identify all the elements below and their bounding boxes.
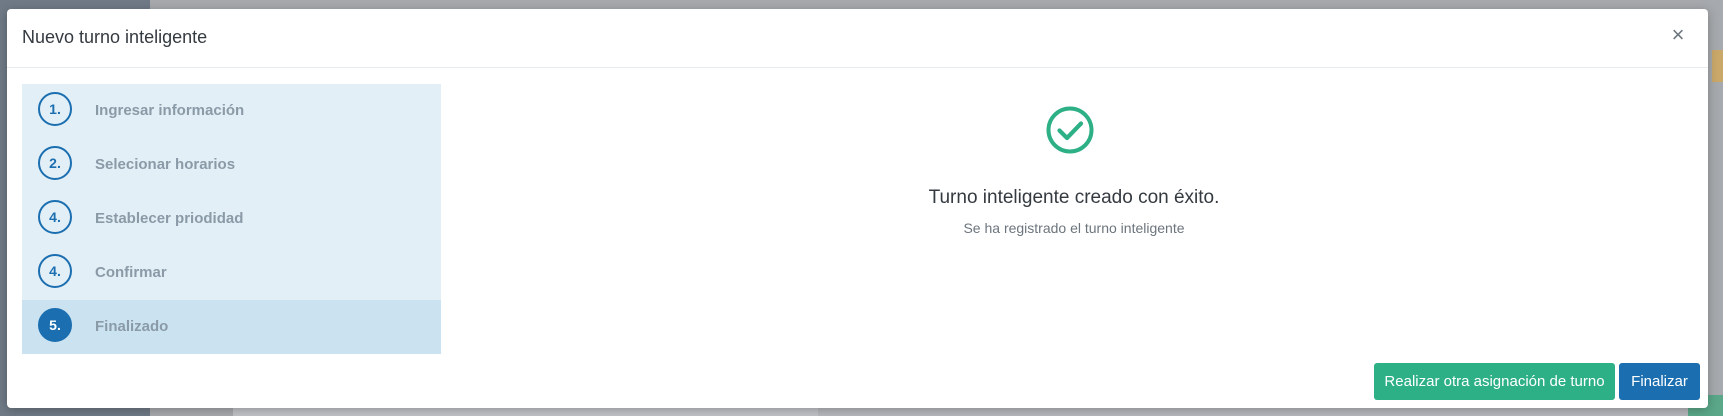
step-1[interactable]: 1. Ingresar información <box>22 84 441 138</box>
step-5[interactable]: 5. Finalizado <box>22 300 441 354</box>
success-subtitle: Se ha registrado el turno inteligente <box>963 220 1185 236</box>
modal-dialog: Nuevo turno inteligente × 1. Ingresar in… <box>7 9 1708 408</box>
modal-title: Nuevo turno inteligente <box>22 27 208 47</box>
step-number: 4. <box>38 254 72 288</box>
step-2[interactable]: 2. Selecionar horarios <box>22 138 441 192</box>
step-number: 1. <box>38 92 72 126</box>
step-label: Finalizado <box>95 318 169 335</box>
new-assignment-button[interactable]: Realizar otra asignación de turno <box>1374 363 1615 400</box>
step-4[interactable]: 4. Confirmar <box>22 246 441 300</box>
step-label: Ingresar información <box>95 102 245 119</box>
step-label: Selecionar horarios <box>95 156 236 173</box>
finish-button[interactable]: Finalizar <box>1619 363 1700 400</box>
step-label: Confirmar <box>95 264 167 281</box>
modal-header: Nuevo turno inteligente × <box>7 9 1708 68</box>
success-title: Turno inteligente creado con éxito. <box>928 187 1220 208</box>
close-icon[interactable]: × <box>1666 23 1690 47</box>
step-number: 2. <box>38 146 72 180</box>
check-circle-icon <box>1046 106 1094 154</box>
step-number: 5. <box>38 308 72 342</box>
stepper: 1. Ingresar información 2. Selecionar ho… <box>22 84 441 354</box>
backdrop-badge <box>1712 50 1723 82</box>
